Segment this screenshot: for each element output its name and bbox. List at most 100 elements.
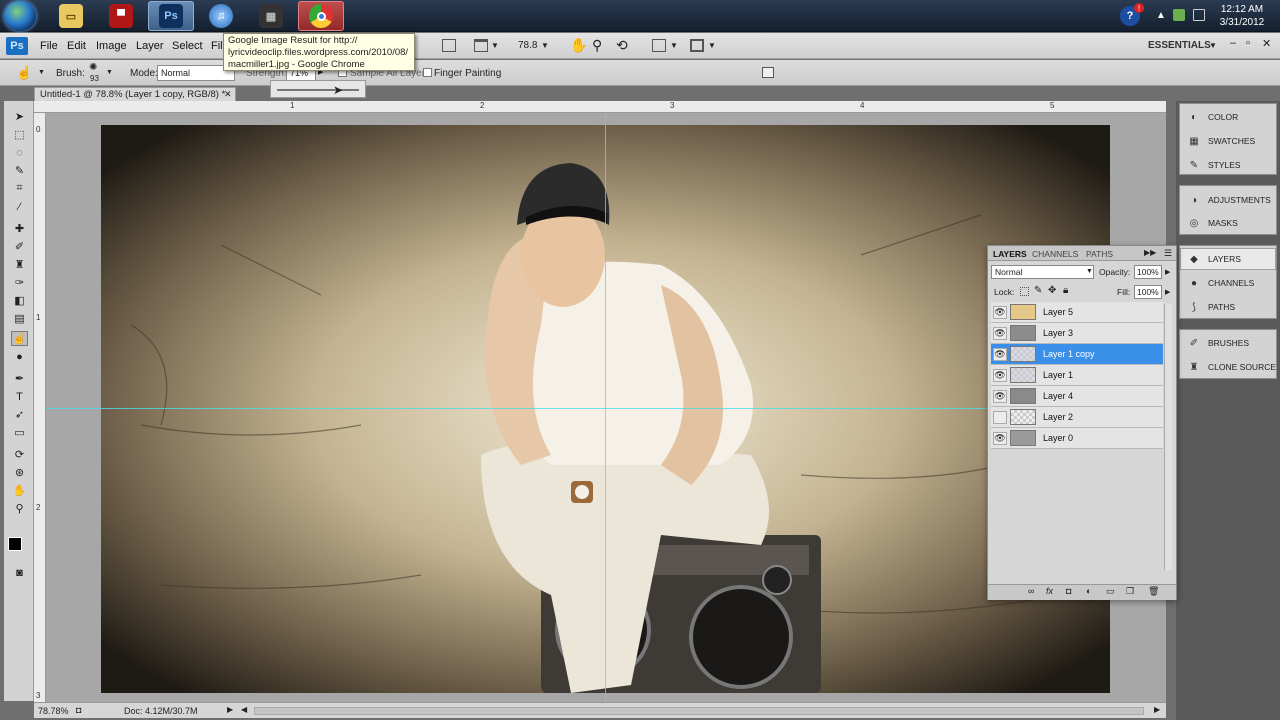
lasso-tool-icon[interactable]: ◌ <box>11 145 28 160</box>
workspace-switcher[interactable]: ESSENTIALS <box>1148 40 1211 51</box>
lock-all-icon[interactable]: 🔒︎ <box>1063 285 1068 296</box>
horizontal-scrollbar[interactable] <box>254 707 1144 715</box>
dock-layers[interactable]: ◆ LAYERS <box>1180 248 1276 270</box>
visibility-eye-icon[interactable]: 👁︎ <box>993 348 1007 361</box>
opacity-dropdown-icon[interactable]: ▶ <box>1165 268 1170 276</box>
dock-channels[interactable]: ● CHANNELS <box>1180 272 1276 294</box>
layer-row[interactable]: 👁︎ Layer 1 <box>991 365 1163 386</box>
tab-channels[interactable]: CHANNELS <box>1032 249 1078 259</box>
tray-display-icon[interactable] <box>1193 9 1205 21</box>
quick-mask-icon[interactable]: ◙ <box>11 565 28 580</box>
zoom-tool-icon[interactable]: ⚲ <box>592 37 602 54</box>
start-button[interactable] <box>4 1 36 31</box>
brush-panel-toggle-icon[interactable] <box>762 67 774 78</box>
add-mask-icon[interactable]: ◘ <box>1066 586 1071 596</box>
tray-expand-icon[interactable]: ▲ <box>1156 9 1166 22</box>
smudge-tool-preset-icon[interactable]: ☝ <box>16 65 32 81</box>
layer-style-icon[interactable]: fx <box>1046 586 1053 596</box>
eyedropper-tool-icon[interactable]: ⁄ <box>11 199 28 214</box>
visibility-eye-icon[interactable]: 👁︎ <box>993 369 1007 382</box>
opacity-input[interactable]: 100% <box>1134 265 1162 279</box>
strength-slider-popup[interactable]: ➤ <box>270 80 366 98</box>
layer-row[interactable]: 👁︎ Layer 0 <box>991 428 1163 449</box>
3d-rotate-tool-icon[interactable]: ⟳ <box>11 447 28 462</box>
layer-row[interactable]: 👁︎ Layer 3 <box>991 323 1163 344</box>
dock-adjustments[interactable]: ◑ ADJUSTMENTS <box>1180 189 1276 211</box>
move-tool-icon[interactable]: ➤ <box>11 109 28 124</box>
zoom-dropdown-icon[interactable]: ▼ <box>541 41 549 50</box>
panel-collapse-icon[interactable]: ▶▶ <box>1144 248 1156 257</box>
gradient-tool-icon[interactable]: ▤ <box>11 311 28 326</box>
crop-tool-icon[interactable]: ⌗ <box>11 181 28 196</box>
menu-image[interactable]: Image <box>96 40 127 52</box>
arrange-documents-icon[interactable] <box>652 39 666 52</box>
finger-painting-checkbox[interactable] <box>423 68 432 77</box>
healing-brush-tool-icon[interactable]: ✚ <box>11 221 28 236</box>
dock-clone-source[interactable]: ♜ CLONE SOURCE <box>1180 356 1277 378</box>
brush-preview-icon[interactable]: ✺ <box>89 62 97 73</box>
dock-brushes[interactable]: ✐ BRUSHES <box>1180 332 1276 354</box>
tab-paths[interactable]: PATHS <box>1086 249 1113 259</box>
dodge-tool-icon[interactable]: ● <box>11 349 28 364</box>
hand-tool-icon[interactable]: ✋ <box>570 37 587 54</box>
clone-stamp-tool-icon[interactable]: ♜ <box>11 257 28 272</box>
lock-transparency-icon[interactable] <box>1020 287 1029 296</box>
screen-mode-dropdown-icon[interactable]: ▼ <box>491 41 499 50</box>
type-tool-icon[interactable]: T <box>11 389 28 404</box>
scroll-left-icon[interactable]: ◀ <box>241 705 247 714</box>
marquee-tool-icon[interactable]: ⬚ <box>11 127 28 142</box>
taskbar-video-button[interactable]: ▦ <box>248 1 294 31</box>
3d-orbit-tool-icon[interactable]: ⊛ <box>11 465 28 480</box>
system-clock[interactable]: 12:12 AM 3/31/2012 <box>1212 3 1272 29</box>
menu-select[interactable]: Select <box>172 40 203 52</box>
screen-mode-2-icon[interactable] <box>690 39 704 52</box>
pen-tool-icon[interactable]: ✒ <box>11 371 28 386</box>
document-close-icon[interactable]: ✕ <box>224 89 232 100</box>
new-layer-icon[interactable]: ❐ <box>1126 586 1134 597</box>
layer-list-scrollbar[interactable] <box>1164 304 1172 570</box>
shape-tool-icon[interactable]: ▭ <box>11 425 28 440</box>
screen-mode-icon[interactable] <box>474 39 488 52</box>
menu-file[interactable]: File <box>40 40 58 52</box>
visibility-eye-icon[interactable] <box>993 411 1007 424</box>
ruler-vertical[interactable]: 0 1 2 3 <box>34 113 46 702</box>
panel-menu-icon[interactable]: ☰ <box>1164 248 1172 259</box>
screen-mode-2-dropdown-icon[interactable]: ▼ <box>708 41 716 50</box>
document-tab[interactable]: Untitled-1 @ 78.8% (Layer 1 copy, RGB/8)… <box>34 87 236 101</box>
ruler-horizontal[interactable]: 1 2 3 4 5 <box>34 101 1166 113</box>
new-group-icon[interactable]: ▭ <box>1106 586 1115 597</box>
path-selection-tool-icon[interactable]: ➶ <box>11 407 28 422</box>
layer-row[interactable]: 👁︎ Layer 1 copy <box>991 344 1163 365</box>
status-menu-arrow-icon[interactable]: ▶ <box>227 705 233 714</box>
dock-swatches[interactable]: ▦ SWATCHES <box>1180 130 1276 152</box>
dock-styles[interactable]: ✎ STYLES <box>1180 154 1276 176</box>
visibility-eye-icon[interactable]: 👁︎ <box>993 432 1007 445</box>
taskbar-itunes-button[interactable]: ♫ <box>198 1 244 31</box>
tab-layers[interactable]: LAYERS <box>993 249 1027 259</box>
close-icon[interactable]: ✕ <box>1262 37 1271 50</box>
history-brush-tool-icon[interactable]: ✑ <box>11 275 28 290</box>
menu-layer[interactable]: Layer <box>136 40 164 52</box>
link-layers-icon[interactable]: ∞ <box>1028 586 1034 596</box>
zoom-level[interactable]: 78.8 <box>518 40 537 51</box>
fill-dropdown-icon[interactable]: ▶ <box>1165 288 1170 296</box>
quick-select-tool-icon[interactable]: ✎ <box>11 163 28 178</box>
delete-layer-icon[interactable]: 🗑︎ <box>1148 586 1159 597</box>
rotate-view-icon[interactable]: ⟲ <box>616 37 628 54</box>
blend-mode-select[interactable]: Normal ▼ <box>991 265 1094 279</box>
layer-row[interactable]: 👁︎ Layer 5 <box>991 302 1163 323</box>
dock-masks[interactable]: ◎ MASKS <box>1180 212 1276 234</box>
tool-preset-dropdown-icon[interactable]: ▼ <box>38 69 45 76</box>
status-zoom[interactable]: 78.78% <box>38 706 69 716</box>
brush-dropdown-icon[interactable]: ▼ <box>106 69 113 76</box>
scroll-right-icon[interactable]: ▶ <box>1154 705 1160 714</box>
arrange-icon[interactable] <box>442 39 456 52</box>
layer-row[interactable]: 👁︎ Layer 4 <box>991 386 1163 407</box>
tray-network-icon[interactable] <box>1173 9 1185 21</box>
eraser-tool-icon[interactable]: ◧ <box>11 293 28 308</box>
fill-input[interactable]: 100% <box>1134 285 1162 299</box>
hand-tool-icon[interactable]: ✋ <box>11 483 28 498</box>
status-info-icon[interactable]: ◘ <box>76 705 81 715</box>
menu-edit[interactable]: Edit <box>67 40 86 52</box>
taskbar-chrome-button[interactable] <box>298 1 344 31</box>
